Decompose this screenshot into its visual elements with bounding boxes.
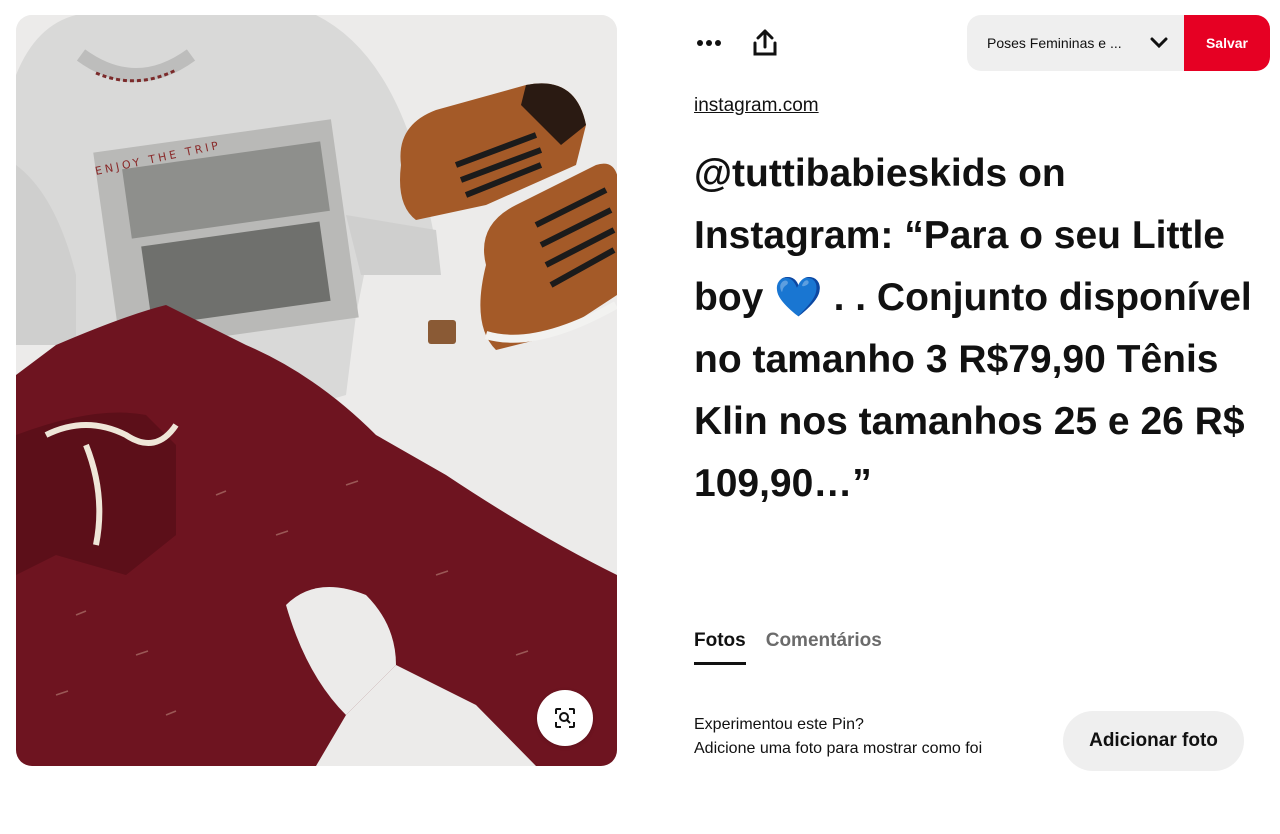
try-pin-hint: Adicione uma foto para mostrar como foi (694, 740, 983, 757)
chevron-down-icon (1150, 37, 1168, 49)
pin-image[interactable]: ENJOY THE TRIP (16, 15, 617, 766)
outfit-photo: ENJOY THE TRIP (16, 15, 617, 766)
tab-fotos[interactable]: Fotos (694, 630, 746, 665)
visual-search-button[interactable] (537, 690, 593, 746)
pin-closeup-page: ENJOY THE TRIP Poses Femininas e ... Sal… (0, 0, 1280, 834)
try-pin-text: Experimentou este Pin? Adicione uma foto… (694, 713, 982, 761)
save-button[interactable]: Salvar (1184, 15, 1270, 71)
more-horizontal-icon (697, 40, 721, 46)
source-link[interactable]: instagram.com (694, 95, 819, 117)
share-upload-icon (753, 29, 777, 56)
blue-heart-emoji: 💙 (774, 276, 823, 319)
content-tabs: Fotos Comentários (694, 630, 882, 665)
board-selector-label: Poses Femininas e ... (987, 35, 1122, 51)
add-photo-button[interactable]: Adicionar foto (1063, 711, 1244, 771)
pin-toolbar (692, 26, 782, 60)
try-pin-question: Experimentou este Pin? (694, 716, 864, 733)
board-selector[interactable]: Poses Femininas e ... (967, 15, 1184, 71)
more-options-button[interactable] (692, 26, 726, 60)
board-save-group: Poses Femininas e ... Salvar (967, 15, 1270, 71)
pin-title: @tuttibabieskids on Instagram: “Para o s… (694, 143, 1264, 515)
visual-search-icon (555, 708, 575, 728)
share-button[interactable] (748, 26, 782, 60)
tab-comentarios[interactable]: Comentários (766, 630, 882, 665)
